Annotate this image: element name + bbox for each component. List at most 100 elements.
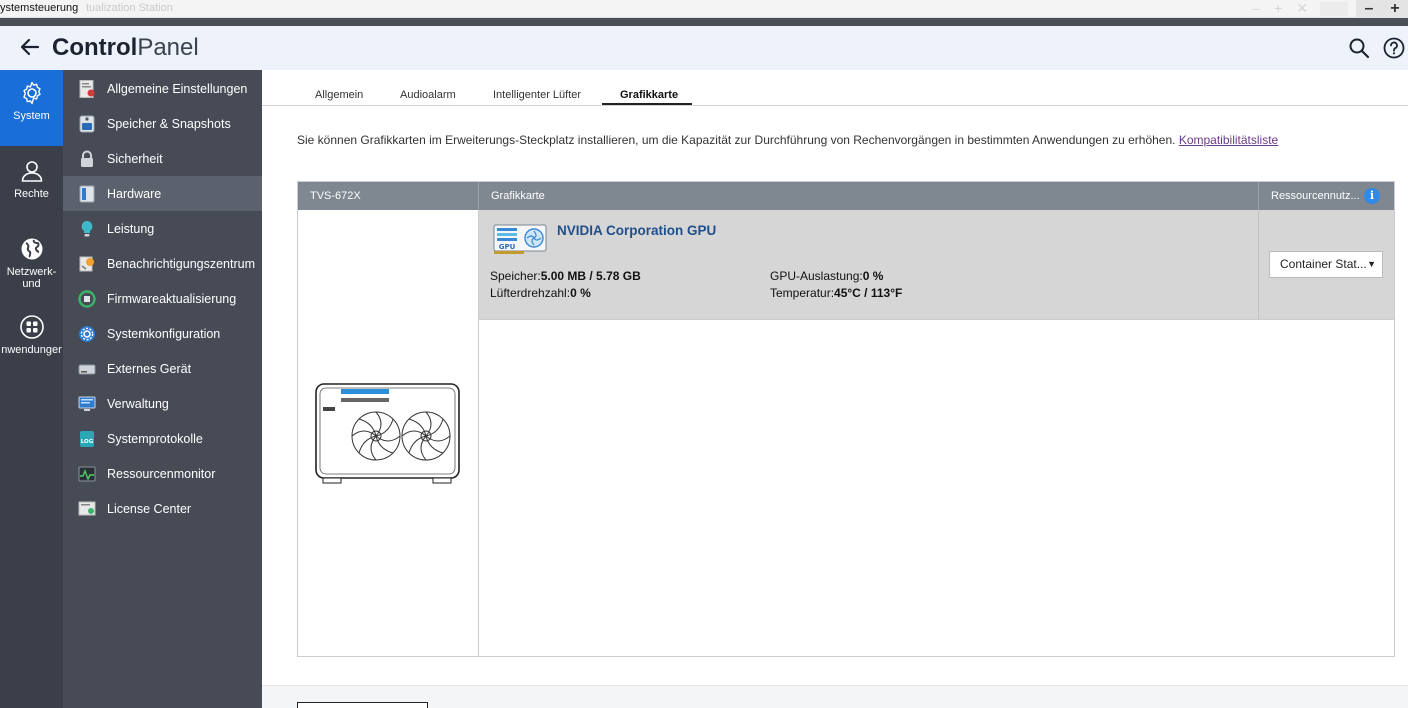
- nav-item-system-config[interactable]: Systemkonfiguration: [63, 316, 262, 351]
- nav-item-firmware[interactable]: Firmwareaktualisierung: [63, 281, 262, 316]
- stat-temperature: Temperatur:45°C / 113°F: [770, 286, 902, 300]
- nas-device-image: [315, 383, 460, 484]
- apply-button[interactable]: [297, 702, 428, 708]
- stat-label: Temperatur:: [770, 286, 835, 300]
- app-brand: ControlPanel: [52, 34, 199, 62]
- rail-label: System: [13, 110, 50, 122]
- storage-icon: [79, 115, 95, 132]
- header-resource: Ressourcennutz... i: [1259, 182, 1394, 210]
- nav-item-storage[interactable]: Speicher & Snapshots: [63, 106, 262, 141]
- monitor-icon: [78, 396, 96, 411]
- stat-value: 0 %: [862, 269, 884, 283]
- svg-text:LOG: LOG: [81, 439, 94, 445]
- user-icon: [21, 161, 42, 182]
- brand-bold: Control: [52, 34, 138, 61]
- nav-label: Verwaltung: [107, 396, 169, 411]
- nav-label: Externes Gerät: [107, 361, 192, 376]
- window-controls: – +: [1356, 0, 1408, 18]
- nav-label: Allgemeine Einstellungen: [107, 81, 248, 96]
- description-text: Sie können Grafikkarten im Erweiterungs-…: [297, 133, 1179, 147]
- background-window-controls: – + ✕: [1252, 0, 1308, 16]
- tab-graphics-card[interactable]: Grafikkarte: [620, 89, 678, 101]
- settings-nav: Allgemeine Einstellungen Speicher & Snap…: [63, 70, 262, 708]
- tab-audioalarm[interactable]: Audioalarm: [400, 89, 456, 101]
- lock-icon: [81, 150, 93, 167]
- nav-label: Leistung: [107, 221, 155, 236]
- gpu-row[interactable]: GPU NVIDIA Corporation GPU Speicher:5.00…: [479, 210, 1394, 320]
- notification-icon: [79, 256, 94, 271]
- nav-item-hardware[interactable]: Hardware: [63, 176, 262, 211]
- search-icon[interactable]: [1348, 37, 1370, 59]
- description: Sie können Grafikkarten im Erweiterungs-…: [297, 133, 1278, 147]
- chevron-down-icon: ▼: [1367, 259, 1376, 269]
- minimize-icon[interactable]: –: [1364, 0, 1373, 18]
- nav-item-general[interactable]: Allgemeine Einstellungen: [63, 71, 262, 106]
- tab-allgemein[interactable]: Allgemein: [315, 89, 363, 101]
- nav-label: License Center: [107, 501, 192, 516]
- gear-icon: [22, 81, 41, 105]
- bulb-icon: [81, 220, 93, 236]
- header-device: TVS-672X: [298, 182, 479, 210]
- device-column: [298, 210, 479, 656]
- resource-monitor-icon: [78, 466, 96, 481]
- tab-bar: Allgemein Audioalarm Intelligenter Lüfte…: [262, 70, 1408, 106]
- rail-label: Netzwerk-: [6, 266, 57, 278]
- maximize-icon[interactable]: +: [1390, 0, 1399, 18]
- column-separator: [1258, 210, 1259, 320]
- nav-item-license-center[interactable]: License Center: [63, 491, 262, 526]
- window-title: ystemsteuerung: [0, 2, 79, 14]
- nav-label: Benachrichtigungszentrum: [107, 256, 255, 271]
- config-gear-icon: [79, 325, 95, 342]
- background-window-title: tualization Station: [86, 2, 173, 14]
- rail-label: und: [22, 278, 41, 290]
- stat-value: 45°C / 113°F: [834, 286, 903, 300]
- external-device-icon: [78, 364, 96, 374]
- apps-grid-icon: [19, 315, 44, 339]
- info-icon[interactable]: i: [1364, 188, 1380, 204]
- rail-item-system[interactable]: System: [0, 70, 63, 146]
- footer-bar: [262, 685, 1408, 708]
- stat-label: GPU-Auslastung:: [770, 269, 863, 283]
- rail-item-rechte[interactable]: Rechte: [0, 148, 63, 224]
- stat-memory: Speicher:5.00 MB / 5.78 GB: [490, 269, 641, 283]
- back-arrow-icon[interactable]: [18, 35, 42, 59]
- header-resource-label: Ressourcennutz...: [1271, 190, 1360, 202]
- dropdown-value: Container Stat...: [1280, 257, 1367, 271]
- help-icon[interactable]: [1383, 37, 1405, 59]
- stat-gpu-utilization: GPU-Auslastung:0 %: [770, 269, 883, 283]
- firmware-icon: [78, 289, 96, 308]
- tab-smart-fan[interactable]: Intelligenter Lüfter: [493, 89, 581, 101]
- app-header: ControlPanel: [0, 26, 1408, 70]
- rail-label: Rechte: [14, 188, 49, 200]
- nav-label: Sicherheit: [107, 151, 163, 166]
- nav-item-management[interactable]: Verwaltung: [63, 386, 262, 421]
- nav-item-performance[interactable]: Leistung: [63, 211, 262, 246]
- background-window-tab: [1320, 2, 1348, 16]
- stat-value: 5.00 MB / 5.78 GB: [540, 269, 641, 283]
- gpu-icon-text: GPU: [499, 243, 516, 251]
- nav-item-external-device[interactable]: Externes Gerät: [63, 351, 262, 386]
- resource-usage-dropdown[interactable]: Container Stat... ▼: [1269, 251, 1383, 278]
- stat-label: Lüfterdrehzahl:: [490, 286, 571, 300]
- nav-label: Firmwareaktualisierung: [107, 291, 237, 306]
- nav-label: Hardware: [107, 186, 162, 201]
- stat-label: Speicher:: [490, 269, 541, 283]
- gpu-card-icon: GPU: [493, 224, 547, 254]
- rail-item-network[interactable]: Netzwerk- und: [0, 226, 63, 302]
- globe-icon: [21, 238, 42, 260]
- titlebar-accent: [0, 18, 1408, 26]
- nav-item-system-logs[interactable]: LOG Systemprotokolle: [63, 421, 262, 456]
- active-tab-indicator: [602, 103, 692, 105]
- stat-fan: Lüfterdrehzahl:0 %: [490, 286, 591, 300]
- nav-item-security[interactable]: Sicherheit: [63, 141, 262, 176]
- category-rail: System Rechte Netzwerk- und nwendunger: [0, 70, 63, 708]
- rail-label: nwendunger: [1, 344, 62, 356]
- stat-value: 0 %: [570, 286, 591, 300]
- brand-light: Panel: [137, 34, 199, 61]
- rail-item-applications[interactable]: nwendunger: [0, 304, 63, 380]
- nav-label: Speicher & Snapshots: [107, 116, 231, 131]
- main-content: Allgemein Audioalarm Intelligenter Lüfte…: [262, 70, 1408, 708]
- compatibility-list-link[interactable]: Kompatibilitätsliste: [1179, 133, 1278, 147]
- nav-item-notifications[interactable]: Benachrichtigungszentrum: [63, 246, 262, 281]
- nav-item-resource-monitor[interactable]: Ressourcenmonitor: [63, 456, 262, 491]
